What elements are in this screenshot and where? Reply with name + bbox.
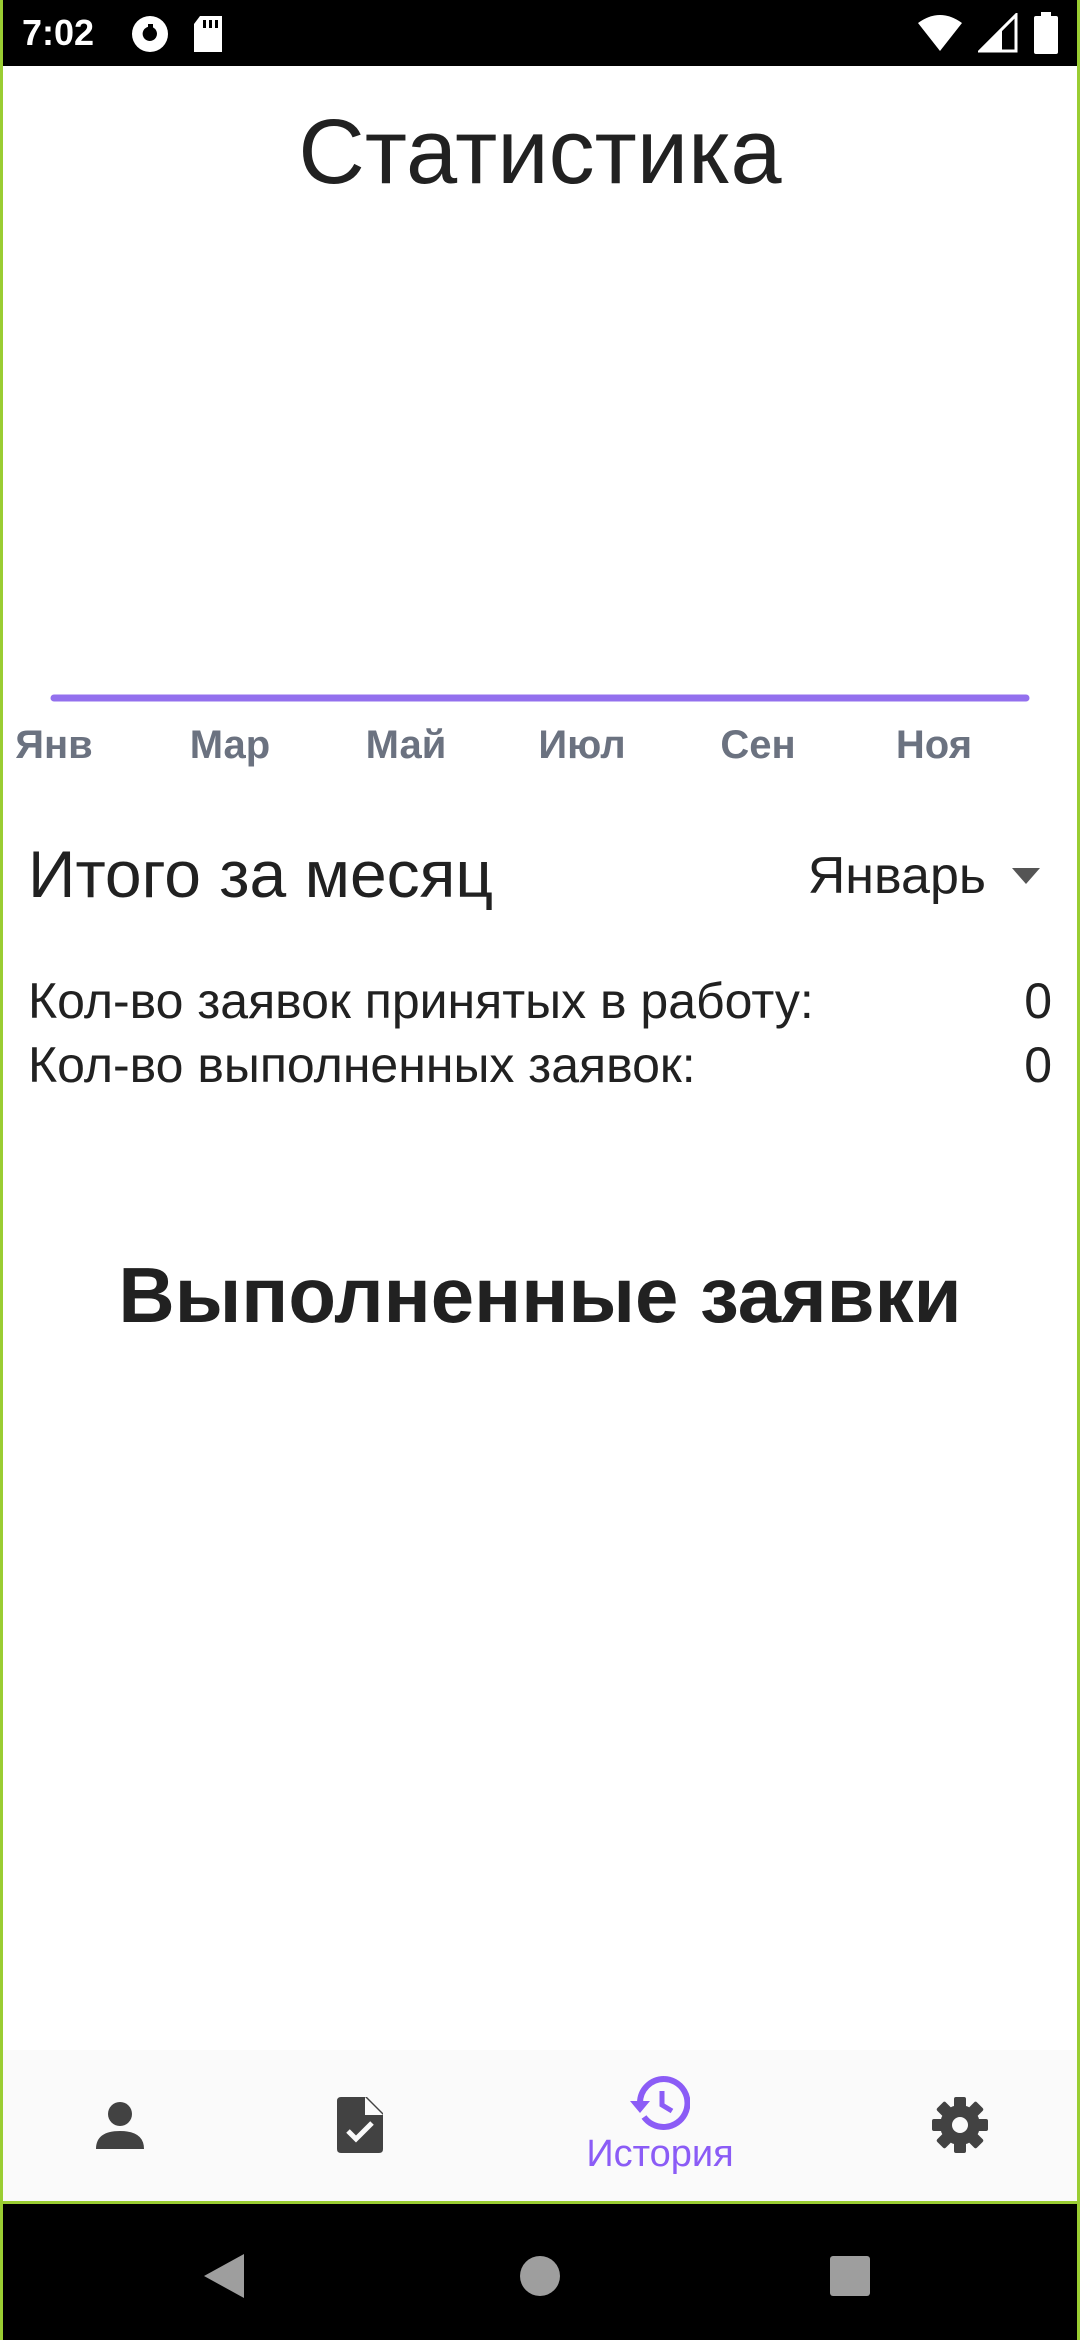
nav-item-tasks[interactable]: [300, 2050, 420, 2200]
sd-card-icon: [194, 16, 222, 52]
completed-requests-title: Выполненные заявки: [118, 1251, 962, 1339]
nav-item-profile[interactable]: [60, 2050, 180, 2200]
task-done-icon: [337, 2097, 383, 2153]
stat-row-accepted: Кол-во заявок принятых в работу: 0: [28, 972, 1052, 1030]
stat-value: 0: [1024, 1037, 1052, 1093]
settings-icon: [932, 2097, 988, 2153]
bottom-navigation: История: [0, 2050, 1080, 2204]
person-icon: [96, 2102, 144, 2149]
x-tick-label: Май: [366, 723, 447, 767]
wifi-icon: [918, 15, 962, 51]
nav-label-history: История: [586, 2132, 734, 2175]
device-frame: [0, 0, 1080, 2340]
x-tick-label: Ноя: [896, 723, 972, 767]
nav-item-history[interactable]: История: [560, 2050, 760, 2200]
x-tick-label: Мар: [190, 723, 271, 767]
stat-row-completed: Кол-во выполненных заявок: 0: [28, 1036, 1052, 1094]
summary-title: Итого за месяц: [28, 837, 494, 911]
home-icon[interactable]: [520, 2256, 560, 2296]
dropdown-arrow-icon: [1012, 868, 1040, 884]
month-dropdown-value: Январь: [807, 847, 986, 905]
statistics-chart: Янв Мар Май Июл Сен Ноя: [15, 694, 1030, 767]
status-bar: 7:02: [0, 0, 1080, 66]
stat-value: 0: [1024, 973, 1052, 1029]
month-dropdown[interactable]: Январь: [808, 846, 1040, 906]
x-tick-label: Сен: [720, 723, 795, 767]
signal-icon: [978, 13, 1018, 53]
stat-label: Кол-во заявок принятых в работу:: [28, 973, 814, 1029]
x-tick-label: Янв: [15, 723, 93, 767]
nav-item-settings[interactable]: [900, 2050, 1020, 2200]
recents-icon[interactable]: [830, 2256, 870, 2296]
stat-label: Кол-во выполненных заявок:: [28, 1037, 696, 1093]
status-time: 7:02: [22, 12, 95, 53]
system-navigation-bar: [0, 2204, 1080, 2340]
page-title: Статистика: [298, 101, 782, 203]
battery-icon: [1034, 12, 1058, 54]
back-icon[interactable]: [204, 2254, 244, 2298]
history-icon: [630, 2075, 690, 2130]
x-tick-label: Июл: [538, 723, 625, 767]
sync-icon: [132, 16, 168, 52]
